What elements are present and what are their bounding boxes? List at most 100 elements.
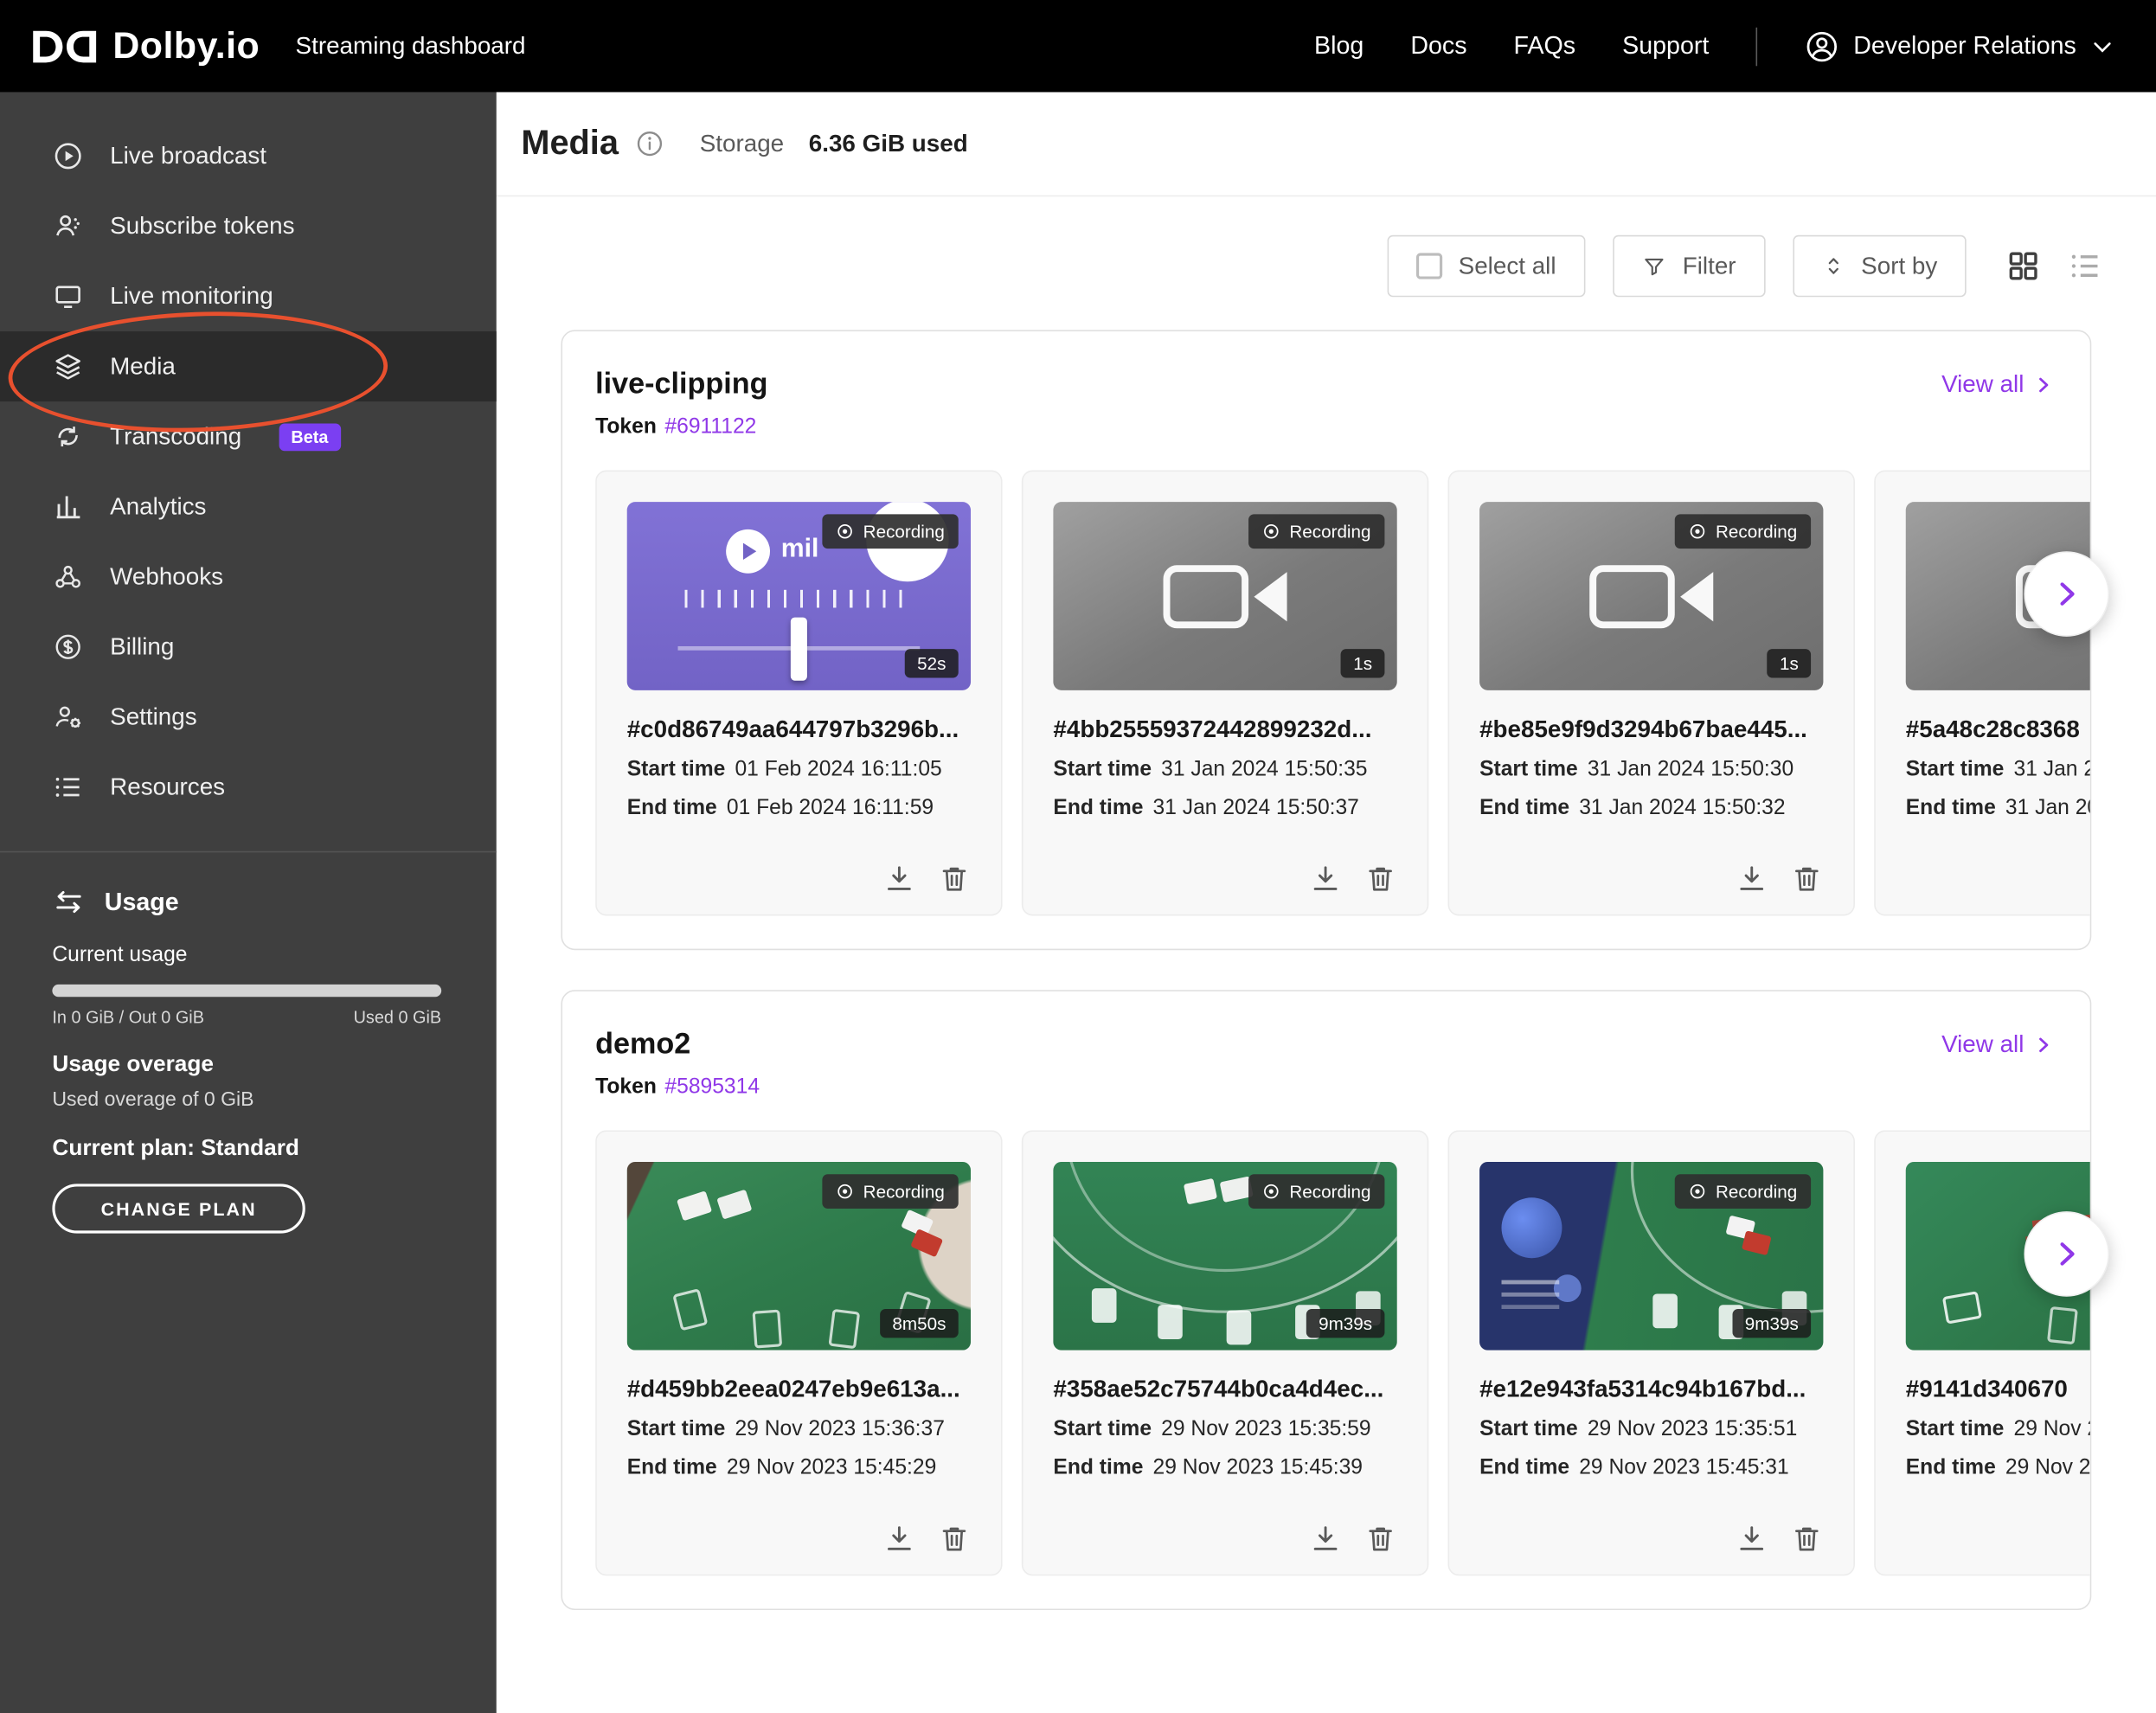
media-item-card[interactable]: Recording 9m39s #358ae52c75744b0ca4d4ec.…	[1022, 1130, 1428, 1575]
media-item-id: #d459bb2eea0247eb9e613a...	[627, 1375, 971, 1403]
sidebar-item-live-monitoring[interactable]: Live monitoring	[0, 261, 497, 331]
end-time-line: End time29 Nov 2023 15:45:39	[1053, 1456, 1396, 1481]
sidebar-item-webhooks[interactable]: Webhooks	[0, 542, 497, 612]
download-icon	[1309, 1522, 1342, 1555]
media-item-card[interactable]: Recording 8m50s #d459bb2eea0247eb9e613a.…	[595, 1130, 1002, 1575]
record-icon	[1262, 1183, 1280, 1201]
nav-support[interactable]: Support	[1622, 32, 1709, 61]
carousel-next-button[interactable]	[2024, 1211, 2109, 1297]
delete-button[interactable]	[1790, 862, 1823, 895]
current-plan: Current plan: Standard	[52, 1136, 441, 1162]
filter-button[interactable]: Filter	[1613, 235, 1765, 298]
sidebar: Live broadcast Subscribe tokens Live mon…	[0, 92, 497, 1713]
token-label: Token	[595, 415, 657, 439]
start-time-value: 29 Nov 2	[2014, 1418, 2090, 1441]
sidebar-item-settings[interactable]: Settings	[0, 682, 497, 752]
end-time-label: End time	[1479, 1456, 1569, 1479]
change-plan-button[interactable]: CHANGE PLAN	[52, 1184, 305, 1233]
sidebar-item-media[interactable]: Media	[0, 331, 497, 401]
end-time-line: End time31 Jan 2024 15:50:32	[1479, 796, 1823, 821]
media-item-id: #c0d86749aa644797b3296b...	[627, 715, 971, 743]
start-time-line: Start time01 Feb 2024 16:11:05	[627, 758, 971, 783]
nav-docs[interactable]: Docs	[1410, 32, 1466, 61]
sort-by-label: Sort by	[1861, 252, 1937, 280]
download-button[interactable]	[1309, 1522, 1342, 1555]
media-item-card[interactable]: #9141d340670 Start time29 Nov 2 End time…	[1874, 1130, 2090, 1575]
grid-view-icon[interactable]	[2005, 247, 2042, 285]
start-time-value: 31 Jan 2024 15:50:30	[1588, 758, 1793, 781]
media-item-card[interactable]: Recording 9m39s #e12e943fa5314c94b167bd.…	[1448, 1130, 1855, 1575]
start-time-line: Start time31 Jan 2024 15:50:35	[1053, 758, 1396, 783]
download-button[interactable]	[1736, 862, 1768, 895]
end-time-label: End time	[1053, 796, 1143, 819]
record-icon	[1688, 1183, 1706, 1201]
media-item-card[interactable]: Recording 1s #4bb25559372442899232d... S…	[1022, 471, 1428, 916]
delete-button[interactable]	[938, 1522, 971, 1555]
transcoding-icon	[52, 420, 84, 452]
usage-title: Usage	[105, 888, 179, 916]
account-name: Developer Relations	[1853, 32, 2076, 61]
token-link[interactable]: #5895314	[664, 1075, 760, 1099]
end-time-line: End time29 Nov 2023 15:45:29	[627, 1456, 971, 1481]
sidebar-item-label: Analytics	[110, 492, 206, 521]
start-time-line: Start time31 Jan 2	[1906, 758, 2090, 783]
page-header: Media Storage 6.36 GiB used	[497, 92, 2156, 196]
end-time-line: End time31 Jan 20	[1906, 796, 2090, 821]
media-item-id: #5a48c28c8368	[1906, 715, 2090, 743]
select-all-button[interactable]: Select all	[1387, 235, 1585, 298]
delete-button[interactable]	[1364, 862, 1397, 895]
filter-label: Filter	[1683, 252, 1736, 280]
nav-faqs[interactable]: FAQs	[1514, 32, 1576, 61]
download-button[interactable]	[882, 862, 915, 895]
info-icon[interactable]	[635, 129, 664, 157]
sidebar-item-subscribe-tokens[interactable]: Subscribe tokens	[0, 191, 497, 261]
media-item-card[interactable]: #5a48c28c8368 Start time31 Jan 2 End tim…	[1874, 471, 2090, 916]
sort-by-button[interactable]: Sort by	[1793, 235, 1967, 298]
trash-icon	[938, 862, 971, 895]
media-item-card[interactable]: Recording 1s #be85e9f9d3294b67bae445... …	[1448, 471, 1855, 916]
download-icon	[882, 1522, 915, 1555]
section-title: live-clipping	[595, 367, 767, 401]
chevron-right-icon	[2032, 373, 2054, 395]
dolby-logo-icon	[33, 29, 96, 64]
select-all-checkbox[interactable]	[1415, 253, 1441, 279]
trash-icon	[1364, 862, 1397, 895]
sidebar-item-billing[interactable]: Billing	[0, 612, 497, 682]
view-all-link[interactable]: View all	[1941, 1030, 2054, 1058]
sidebar-item-transcoding[interactable]: Transcoding Beta	[0, 401, 497, 472]
carousel-next-button[interactable]	[2024, 551, 2109, 637]
view-all-link[interactable]: View all	[1941, 370, 2054, 399]
delete-button[interactable]	[1790, 1522, 1823, 1555]
media-item-id: #be85e9f9d3294b67bae445...	[1479, 715, 1823, 743]
download-button[interactable]	[1309, 862, 1342, 895]
start-time-line: Start time29 Nov 2023 15:35:51	[1479, 1418, 1823, 1443]
sidebar-item-resources[interactable]: Resources	[0, 752, 497, 822]
download-button[interactable]	[882, 1522, 915, 1555]
start-time-value: 01 Feb 2024 16:11:05	[735, 758, 941, 781]
sidebar-item-label: Live monitoring	[110, 282, 273, 311]
storage-label: Storage	[700, 129, 784, 157]
transfer-arrows-icon	[52, 886, 85, 919]
sidebar-item-analytics[interactable]: Analytics	[0, 472, 497, 542]
brand-name[interactable]: Dolby.io	[112, 25, 260, 67]
download-icon	[1309, 862, 1342, 895]
delete-button[interactable]	[1364, 1522, 1397, 1555]
download-button[interactable]	[1736, 1522, 1768, 1555]
nav-blog[interactable]: Blog	[1314, 32, 1364, 61]
list-view-icon[interactable]	[2067, 247, 2104, 285]
account-menu[interactable]: Developer Relations	[1804, 29, 2114, 64]
media-item-id: #358ae52c75744b0ca4d4ec...	[1053, 1375, 1396, 1403]
end-time-label: End time	[1906, 1456, 1996, 1479]
start-time-value: 31 Jan 2024 15:50:35	[1161, 758, 1367, 781]
chevron-right-icon	[2032, 1033, 2054, 1055]
chevron-down-icon	[2090, 34, 2115, 59]
end-time-line: End time01 Feb 2024 16:11:59	[627, 796, 971, 821]
token-link[interactable]: #6911122	[664, 415, 756, 439]
media-item-card[interactable]: mil Recording 52s #c0d86749aa644797b3296…	[595, 471, 1002, 916]
end-time-value: 31 Jan 2024 15:50:32	[1579, 796, 1785, 819]
media-item-id: #4bb25559372442899232d...	[1053, 715, 1396, 743]
usage-in-out: In 0 GiB / Out 0 GiB	[52, 1008, 204, 1027]
delete-button[interactable]	[938, 862, 971, 895]
duration-badge: 9m39s	[1732, 1309, 1811, 1338]
sidebar-item-live-broadcast[interactable]: Live broadcast	[0, 121, 497, 191]
